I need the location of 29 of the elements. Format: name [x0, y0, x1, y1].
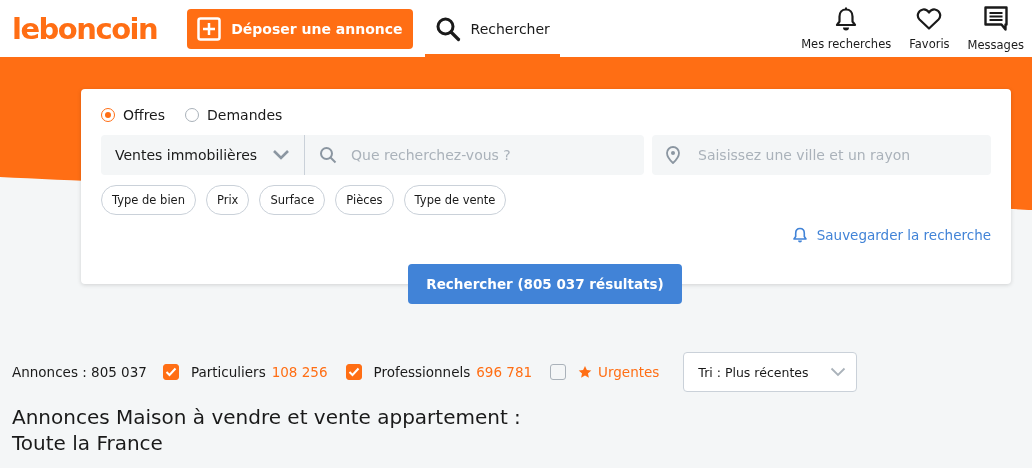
seller-filter-checkbox[interactable]: Professionnels 696 781	[345, 364, 533, 380]
search-field[interactable]: Que recherchez-vous ?	[305, 135, 644, 175]
save-search-link[interactable]: Sauvegarder la recherche	[792, 227, 991, 243]
filter-chip[interactable]: Surface	[259, 185, 326, 215]
messages-link[interactable]: Messages	[967, 5, 1024, 52]
favorites-link[interactable]: Favoris	[909, 6, 950, 51]
ad-type-radio[interactable]: Demandes	[185, 107, 283, 123]
chevron-down-icon	[830, 367, 847, 377]
saved-searches-link[interactable]: Mes recherches	[801, 6, 892, 51]
heart-icon	[916, 6, 943, 31]
filter-chip[interactable]: Pièces	[335, 185, 394, 215]
bell-icon	[835, 6, 858, 31]
ad-count: Annonces : 805 037	[12, 364, 147, 380]
ad-type-radio[interactable]: Offres	[101, 107, 166, 123]
search-submit-button[interactable]: Rechercher (805 037 résultats)	[408, 264, 682, 304]
filter-chip[interactable]: Type de bien	[101, 185, 196, 215]
search-icon	[434, 15, 461, 42]
location-field[interactable]: Saisissez une ville et un rayon	[652, 135, 991, 175]
page-title: Annonces Maison à vendre et vente appartement : Toute la France	[12, 404, 522, 456]
plus-icon	[197, 16, 222, 41]
sort-select[interactable]: Tri : Plus récentes	[683, 352, 858, 392]
category-select[interactable]: Ventes immobilières	[101, 135, 305, 175]
seller-filter-checkbox[interactable]: Particuliers 108 256	[162, 364, 328, 380]
star-icon	[578, 365, 593, 379]
filter-chip[interactable]: Prix	[205, 185, 250, 215]
chevron-down-icon	[272, 149, 290, 161]
filter-chip[interactable]: Type de vente	[403, 185, 507, 215]
bell-icon	[792, 227, 807, 243]
message-icon	[983, 5, 1008, 32]
